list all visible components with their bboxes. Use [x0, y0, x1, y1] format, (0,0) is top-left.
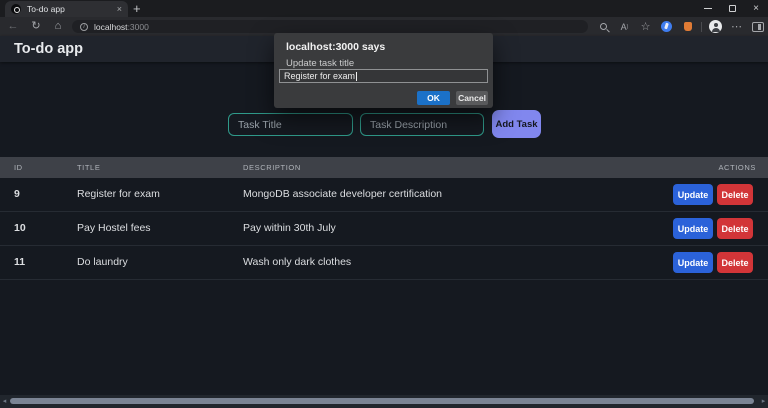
- row-id: 11: [14, 256, 26, 268]
- favorites-button[interactable]: ☆: [635, 17, 656, 36]
- dialog-message: Update task title: [286, 58, 355, 69]
- url-port: :3000: [127, 21, 149, 32]
- minimize-button[interactable]: [696, 0, 720, 17]
- dialog-text-input[interactable]: Register for exam: [279, 69, 488, 83]
- row-description: MongoDB associate developer certificatio…: [243, 188, 443, 200]
- row-description: Wash only dark clothes: [243, 256, 352, 268]
- read-aloud-button[interactable]: A): [614, 17, 635, 36]
- task-title-input[interactable]: [228, 113, 353, 136]
- delete-button[interactable]: Delete: [717, 218, 753, 239]
- address-bar[interactable]: i localhost:3000: [72, 20, 588, 33]
- dots-menu-icon: ⋯: [731, 21, 742, 33]
- delete-button[interactable]: Delete: [717, 252, 753, 273]
- dialog-ok-button[interactable]: OK: [417, 91, 450, 105]
- extension-blue-icon: [661, 21, 672, 32]
- scroll-right-icon[interactable]: ▸: [759, 395, 768, 408]
- toolbar-right-icons: A) ☆ ⋯: [593, 17, 768, 36]
- zoom-button[interactable]: [593, 17, 614, 36]
- new-tab-button[interactable]: +: [133, 0, 141, 17]
- home-button[interactable]: ⌂: [49, 17, 67, 36]
- dialog-origin-title: localhost:3000 says: [286, 41, 386, 53]
- column-header-id: ID: [14, 163, 23, 172]
- window-controls: ×: [696, 0, 768, 17]
- zoom-icon: [600, 23, 607, 30]
- extension-orange-icon: [683, 22, 692, 31]
- refresh-button[interactable]: ↻: [27, 17, 45, 36]
- refresh-icon: ↻: [31, 20, 41, 32]
- favicon-icon: [11, 4, 21, 14]
- update-button[interactable]: Update: [673, 184, 713, 205]
- url-host: localhost: [94, 21, 128, 32]
- sidebar-toggle-button[interactable]: [747, 17, 768, 36]
- maximize-icon: [728, 5, 736, 12]
- browser-tab[interactable]: To-do app ×: [5, 1, 128, 17]
- dialog-input-value: Register for exam: [284, 71, 356, 81]
- back-button[interactable]: ←: [4, 17, 22, 36]
- column-header-actions: ACTIONS: [718, 163, 756, 172]
- update-button[interactable]: Update: [673, 252, 713, 273]
- row-title: Register for exam: [77, 188, 160, 200]
- star-icon: ☆: [640, 21, 651, 33]
- js-prompt-dialog: localhost:3000 says Update task title Re…: [274, 33, 493, 108]
- dialog-cancel-button[interactable]: Cancel: [456, 91, 488, 105]
- text-caret: [356, 71, 358, 81]
- scroll-left-icon[interactable]: ◂: [0, 395, 9, 408]
- close-window-button[interactable]: ×: [744, 0, 768, 17]
- column-header-title: TITLE: [77, 163, 101, 172]
- browser-window: To-do app × + × ← ↻ ⌂ i localhost:3000 A…: [0, 0, 768, 408]
- delete-button[interactable]: Delete: [717, 184, 753, 205]
- back-icon: ←: [7, 20, 19, 32]
- add-task-button[interactable]: Add Task: [492, 110, 541, 138]
- site-info-icon[interactable]: i: [80, 22, 88, 31]
- tab-strip: To-do app × + ×: [0, 0, 768, 17]
- row-id: 9: [14, 188, 20, 200]
- avatar-icon: [709, 20, 722, 33]
- table-row: 9 Register for exam MongoDB associate de…: [0, 178, 768, 212]
- tab-close-icon[interactable]: ×: [117, 4, 122, 14]
- extension-orange[interactable]: [677, 17, 698, 36]
- extension-blue[interactable]: [656, 17, 677, 36]
- column-header-description: DESCRIPTION: [243, 163, 301, 172]
- toolbar-separator: [701, 21, 702, 32]
- table-header: ID TITLE DESCRIPTION ACTIONS: [0, 157, 768, 178]
- table-row: 11 Do laundry Wash only dark clothes Upd…: [0, 246, 768, 280]
- settings-menu-button[interactable]: ⋯: [726, 17, 747, 36]
- scrollbar-thumb[interactable]: [10, 398, 754, 404]
- tab-title: To-do app: [27, 4, 65, 14]
- update-button[interactable]: Update: [673, 218, 713, 239]
- task-description-input[interactable]: [360, 113, 484, 136]
- maximize-button[interactable]: [720, 0, 744, 17]
- table-row: 10 Pay Hostel fees Pay within 30th July …: [0, 212, 768, 246]
- profile-button[interactable]: [705, 17, 726, 36]
- row-id: 10: [14, 222, 26, 234]
- row-description: Pay within 30th July: [243, 222, 336, 234]
- minimize-icon: [704, 8, 712, 9]
- home-icon: ⌂: [54, 20, 62, 32]
- row-title: Pay Hostel fees: [77, 222, 151, 234]
- close-window-icon: ×: [753, 2, 759, 14]
- row-title: Do laundry: [77, 256, 128, 268]
- horizontal-scrollbar[interactable]: ◂ ▸: [0, 395, 768, 408]
- sidebar-icon: [751, 21, 764, 32]
